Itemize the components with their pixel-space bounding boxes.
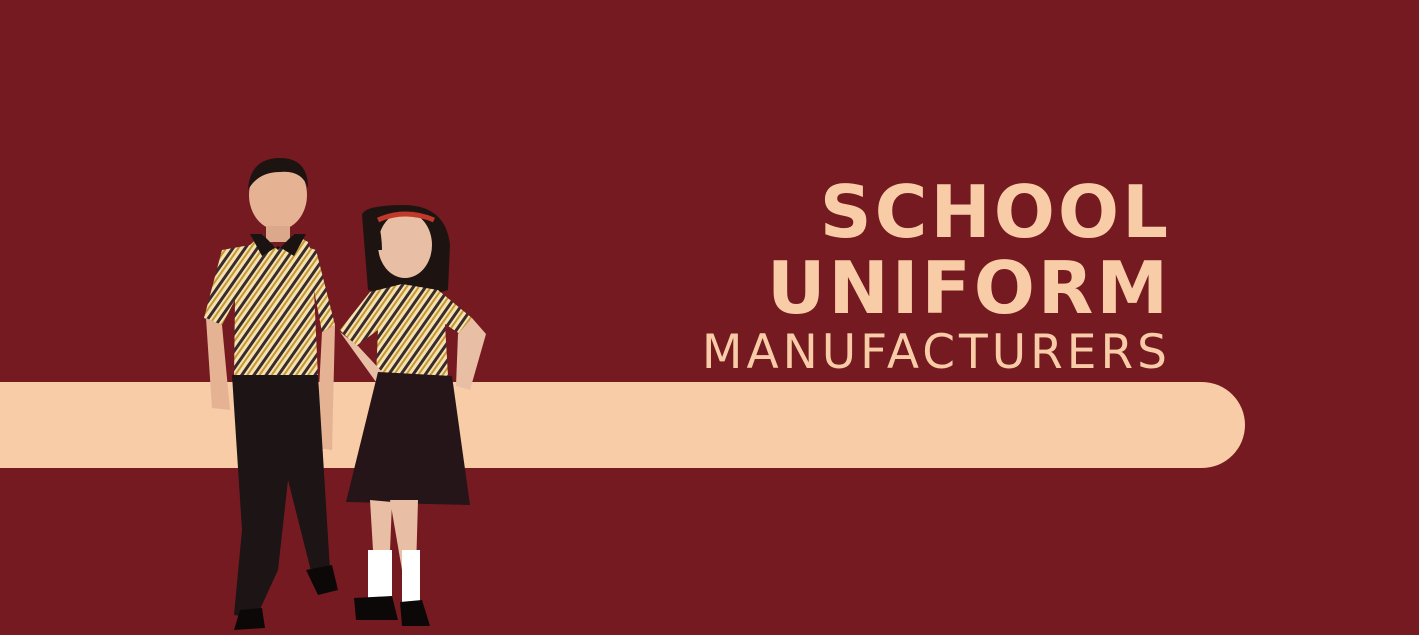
- girl-figure: [340, 205, 486, 626]
- headline-manufacturers: MANUFACTURERS: [701, 325, 1171, 380]
- headline-uniform: UNIFORM: [767, 246, 1171, 330]
- boy-figure: [204, 158, 338, 630]
- accent-stripe: [0, 382, 1245, 468]
- children-in-uniform-image: [204, 158, 486, 630]
- headline: SCHOOL UNIFORM MANUFACTURERS: [702, 174, 1171, 380]
- headline-school: SCHOOL: [819, 170, 1171, 254]
- hero-banner: SCHOOL UNIFORM MANUFACTURERS: [0, 0, 1419, 635]
